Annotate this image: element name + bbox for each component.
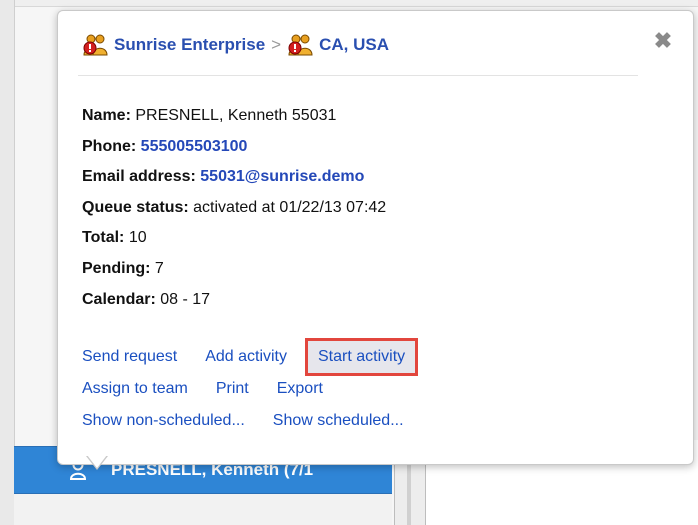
action-row-1: Send request Add activity Start activity — [82, 338, 432, 376]
breadcrumb: Sunrise Enterprise > CA, USA — [82, 33, 389, 57]
email-row: Email address: 55031@sunrise.demo — [82, 162, 386, 193]
action-row-3: Show non-scheduled... Show scheduled... — [82, 405, 432, 437]
organization-alert-icon — [82, 33, 108, 57]
queue-status-label: Queue status: — [82, 198, 189, 216]
user-details-popup: Sunrise Enterprise > CA, USA ✖ Name: PRE… — [57, 10, 694, 465]
print-link[interactable]: Print — [216, 380, 249, 398]
window-left-edge — [0, 0, 15, 525]
breadcrumb-separator: > — [271, 35, 282, 54]
pending-row: Pending: 7 — [82, 254, 386, 285]
name-row: Name: PRESNELL, Kenneth 55031 — [82, 101, 386, 132]
calendar-value: 08 - 17 — [160, 290, 211, 308]
email-link[interactable]: 55031@sunrise.demo — [200, 168, 364, 185]
phone-row: Phone: 555005503100 — [82, 132, 386, 163]
name-value: PRESNELL, Kenneth 55031 — [135, 107, 337, 124]
phone-link[interactable]: 555005503100 — [141, 138, 248, 155]
list-area-below — [14, 493, 392, 525]
queue-status-value: activated at 01/22/13 07:42 — [193, 198, 387, 216]
start-activity-label: Start activity — [305, 338, 419, 376]
calendar-row: Calendar: 08 - 17 — [82, 285, 386, 316]
close-icon[interactable]: ✖ — [653, 30, 673, 52]
window-top-edge — [0, 0, 698, 7]
pending-value: 7 — [154, 259, 164, 277]
action-row-2: Assign to team Print Export — [82, 373, 432, 405]
popup-pointer-fill — [87, 455, 107, 468]
name-label: Name: — [82, 107, 131, 124]
total-value: 10 — [128, 229, 147, 247]
calendar-label: Calendar: — [82, 290, 156, 308]
add-activity-link[interactable]: Add activity — [205, 348, 287, 366]
location-alert-icon — [287, 33, 313, 57]
email-label: Email address: — [82, 168, 196, 186]
start-activity-link[interactable]: Start activity — [305, 338, 419, 376]
user-details: Name: PRESNELL, Kenneth 55031 Phone: 555… — [82, 101, 386, 315]
total-row: Total: 10 — [82, 223, 386, 254]
breadcrumb-org-link[interactable]: Sunrise Enterprise — [114, 35, 265, 55]
screen: PRESNELL, Kenneth (7/1 Sunrise Enterpris… — [0, 0, 698, 525]
breadcrumb-location-link[interactable]: CA, USA — [319, 35, 389, 55]
phone-label: Phone: — [82, 137, 137, 155]
show-non-scheduled-link[interactable]: Show non-scheduled... — [82, 412, 245, 430]
export-link[interactable]: Export — [277, 380, 323, 398]
show-scheduled-link[interactable]: Show scheduled... — [273, 412, 404, 430]
assign-to-team-link[interactable]: Assign to team — [82, 380, 188, 398]
header-divider — [78, 75, 638, 76]
queue-status-row: Queue status: activated at 01/22/13 07:4… — [82, 193, 386, 224]
action-links: Send request Add activity Start activity… — [82, 338, 432, 437]
total-label: Total: — [82, 229, 125, 247]
send-request-link[interactable]: Send request — [82, 348, 177, 366]
pending-label: Pending: — [82, 259, 151, 277]
